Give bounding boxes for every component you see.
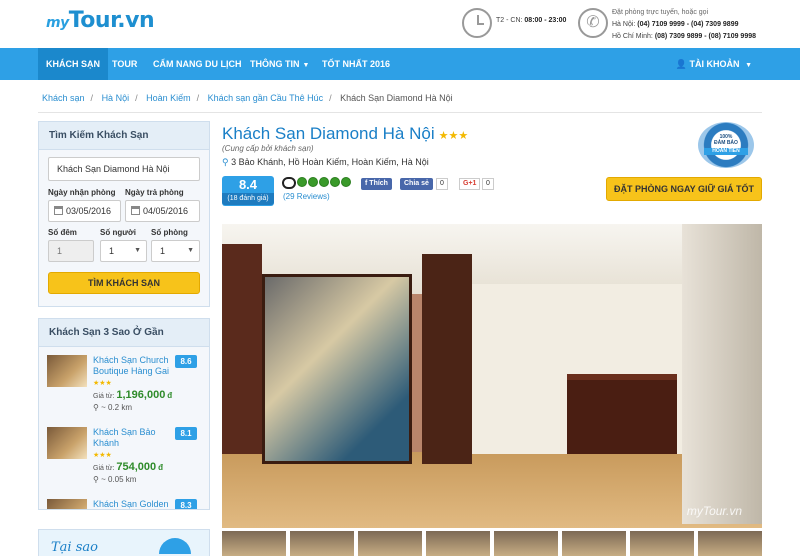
gplus-count: 0	[482, 178, 494, 190]
nearby-panel-title: Khách Sạn 3 Sao Ở Gần	[39, 319, 209, 347]
divider	[38, 112, 762, 113]
nights-field: 1	[48, 240, 94, 262]
hotel-name-link[interactable]: Khách Sạn Golden	[93, 499, 173, 509]
why-book-banner[interactable]: Tại sao	[38, 529, 210, 556]
search-panel: Tìm Kiếm Khách Sạn Khách Sạn Diamond Hà …	[38, 121, 210, 307]
nearby-hotels-panel: Khách Sạn 3 Sao Ở Gần Khách Sạn Church B…	[38, 318, 210, 510]
nav-khach-san[interactable]: KHÁCH SẠN	[38, 48, 108, 80]
hotel-search-input[interactable]: Khách Sạn Diamond Hà Nội	[48, 157, 200, 181]
hotel-thumbnail[interactable]	[47, 427, 87, 459]
share-count: 0	[436, 178, 448, 190]
fb-like-button[interactable]: f Thích	[361, 178, 392, 190]
score-badge: 8.6	[175, 355, 197, 368]
list-item[interactable]: Khách Sạn Bảo Khánh 8.1 ★★★ Giá từ: 754,…	[47, 427, 205, 497]
hotel-main-photo[interactable]: myTour.vn	[222, 224, 762, 528]
hotel-title: Khách Sạn Diamond Hà Nội ★★★	[222, 124, 469, 143]
nav-cam-nang[interactable]: CẨM NANG DU LỊCH	[153, 48, 242, 80]
price-line: Giá từ: 1,196,000 đ	[93, 389, 173, 401]
nav-tour[interactable]: TOUR	[112, 48, 137, 80]
breadcrumb-item[interactable]: Hà Nội	[102, 93, 130, 103]
photo-thumbnail[interactable]	[494, 531, 558, 556]
list-item[interactable]: Khách Sạn Golden 8.3	[47, 499, 205, 509]
search-hotel-button[interactable]: TÌM KHÁCH SẠN	[48, 272, 200, 294]
photo-thumbnail[interactable]	[698, 531, 762, 556]
breadcrumb-item[interactable]: Khách sạn	[42, 93, 85, 103]
user-icon: 👤	[675, 59, 688, 69]
hotel-name-link[interactable]: Khách Sạn Church Boutique Hàng Gai	[93, 355, 173, 377]
rooms-label: Số phòng	[151, 228, 188, 237]
photo-thumbnail[interactable]	[426, 531, 490, 556]
phone-icon: ✆	[578, 8, 608, 38]
top-header: myTour.vn T2 - CN: 08:00 - 23:00 ✆ Đặt p…	[0, 0, 800, 48]
account-menu[interactable]: 👤 TÀI KHOẢN ▼	[676, 48, 752, 80]
photo-thumbnails	[222, 531, 762, 556]
photo-watermark: myTour.vn	[686, 504, 742, 518]
hotel-thumbnail[interactable]	[47, 499, 87, 509]
photo-thumbnail[interactable]	[630, 531, 694, 556]
money-back-badge: 100% ĐẢM BẢO HOÀN TIỀN	[698, 122, 754, 168]
photo-thumbnail[interactable]	[562, 531, 626, 556]
search-panel-title: Tìm Kiếm Khách Sạn	[39, 122, 209, 150]
chevron-down-icon: ▼	[745, 62, 752, 69]
photo-thumbnail[interactable]	[290, 531, 354, 556]
score-badge: 8.3	[175, 499, 197, 509]
contact-info: Đặt phòng trực tuyến, hoặc gọi Hà Nội: (…	[612, 9, 756, 40]
price-line: Giá từ: 754,000 đ	[93, 461, 163, 473]
mytour-logo[interactable]: myTour.vn	[46, 8, 155, 33]
calendar-icon	[54, 206, 63, 215]
main-nav: KHÁCH SẠN TOUR CẨM NANG DU LỊCH THÔNG TI…	[0, 48, 800, 80]
nights-label: Số đêm	[48, 228, 77, 237]
nav-thong-tin[interactable]: THÔNG TIN ▼	[250, 48, 309, 80]
hotel-name-link[interactable]: Khách Sạn Bảo Khánh	[93, 427, 173, 449]
chevron-down-icon: ▼	[134, 247, 141, 254]
checkin-label: Ngày nhận phòng	[48, 188, 116, 197]
people-label: Số người	[100, 228, 136, 237]
map-pin-icon: ⚲	[93, 403, 99, 412]
gplus-button[interactable]: G+1	[459, 178, 481, 190]
photo-thumbnail[interactable]	[358, 531, 422, 556]
calendar-icon	[131, 206, 140, 215]
opening-hours: T2 - CN: 08:00 - 23:00	[496, 17, 567, 24]
umbrella-icon	[159, 538, 191, 554]
list-item[interactable]: Khách Sạn Church Boutique Hàng Gai 8.6 ★…	[47, 355, 205, 425]
chevron-down-icon: ▼	[302, 62, 310, 69]
map-pin-icon: ⚲	[222, 157, 229, 167]
distance-text: ⚲ ~ 0.05 km	[93, 475, 137, 484]
checkout-label: Ngày trả phòng	[125, 188, 184, 197]
book-now-button[interactable]: ĐẶT PHÒNG NGAY GIỮ GIÁ TỐT	[606, 177, 762, 201]
people-select[interactable]: 1 ▼	[100, 240, 147, 262]
breadcrumb-current: Khách Sạn Diamond Hà Nội	[340, 93, 453, 103]
breadcrumb-item[interactable]: Hoàn Kiếm	[146, 93, 191, 103]
fb-share-button[interactable]: Chia sẻ	[400, 178, 433, 190]
hotel-address: ⚲ 3 Bảo Khánh, Hồ Hoàn Kiếm, Hoàn Kiếm, …	[222, 157, 429, 167]
facebook-icon: f	[365, 180, 368, 187]
map-pin-icon: ⚲	[93, 475, 99, 484]
breadcrumb-item[interactable]: Khách sạn gần Cầu Thê Húc	[208, 93, 323, 103]
tripadvisor-rating[interactable]	[282, 177, 358, 189]
hotel-score-badge[interactable]: 8.4 (18 đánh giá)	[222, 176, 274, 206]
chevron-down-icon: ▼	[187, 247, 194, 254]
breadcrumb: Khách sạn / Hà Nội / Hoàn Kiếm / Khách sạn …	[42, 93, 453, 103]
provided-by-text: (Cung cấp bởi khách sạn)	[222, 144, 314, 153]
checkin-date-field[interactable]: 03/05/2016	[48, 200, 121, 222]
star-rating: ★★★	[438, 130, 469, 142]
distance-text: ⚲ ~ 0.2 km	[93, 403, 132, 412]
star-rating: ★★★	[93, 452, 112, 459]
tripadvisor-icon	[282, 177, 296, 189]
star-rating: ★★★	[93, 380, 112, 387]
clock-icon	[462, 8, 492, 38]
nav-tot-nhat[interactable]: TỐT NHẤT 2016	[322, 48, 390, 80]
reviews-link[interactable]: (29 Reviews)	[283, 192, 330, 201]
rooms-select[interactable]: 1 ▼	[151, 240, 200, 262]
checkout-date-field[interactable]: 04/05/2016	[125, 200, 200, 222]
hotel-thumbnail[interactable]	[47, 355, 87, 387]
score-badge: 8.1	[175, 427, 197, 440]
photo-thumbnail[interactable]	[222, 531, 286, 556]
why-book-text: Tại sao	[51, 540, 98, 555]
